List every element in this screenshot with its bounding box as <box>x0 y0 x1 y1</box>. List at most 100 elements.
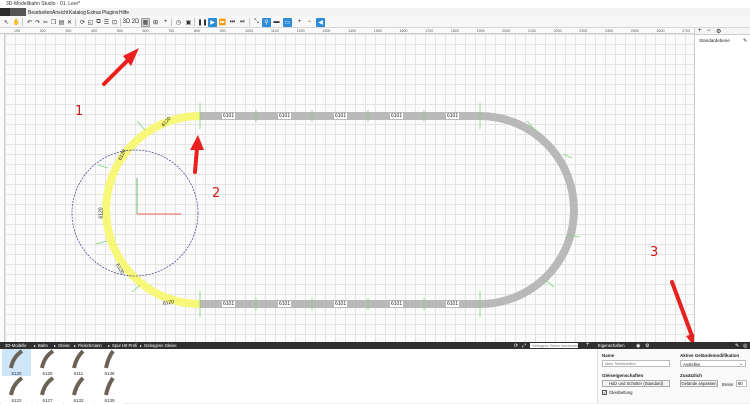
add-layer-icon[interactable]: + <box>698 28 702 34</box>
catalog-tile[interactable]: 6122 <box>2 376 31 404</box>
delete-icon[interactable]: ✕ <box>65 18 74 27</box>
name-label: Name <box>602 353 615 358</box>
layout-canvas[interactable]: 6101 6101 6101 6101 6101 6101 6101 6101 … <box>5 34 694 342</box>
skip-icon[interactable]: ⏯ <box>238 18 247 27</box>
remove-layer-icon[interactable]: − <box>707 28 711 34</box>
track-label[interactable]: 6101 <box>446 301 460 307</box>
track-label[interactable]: 6101 <box>390 113 404 119</box>
breadcrumb-item[interactable]: Spur H0 Profi <box>112 343 137 348</box>
view-3d-button[interactable]: 3D <box>122 18 131 27</box>
extra-label: Zusätzlich <box>680 373 703 378</box>
properties-tab[interactable]: Eigenschaften <box>598 343 625 348</box>
track-label[interactable]: 6120 <box>99 207 105 218</box>
annotation-1: 1 <box>75 104 84 119</box>
refresh-icon[interactable]: ⟳ <box>514 343 518 349</box>
menu-ansicht[interactable]: Ansicht <box>52 10 68 16</box>
window-title: 3D-Modellbahn Studio - 01. Leer* <box>6 1 81 7</box>
clock-icon[interactable]: ◷ <box>174 18 183 27</box>
zoom-out-icon[interactable]: − <box>305 18 314 27</box>
terrain-icon[interactable]: ▭ <box>283 17 292 27</box>
ruler-tick: 1400 <box>348 28 357 33</box>
catalog-search-input[interactable] <box>530 343 578 348</box>
track-label[interactable]: 6101 <box>446 113 460 119</box>
ruler-tick: 600 <box>142 28 149 33</box>
ruler-tick: 2500 <box>630 28 639 33</box>
grid-icon[interactable]: ▦ <box>141 17 150 27</box>
settings-icon[interactable]: ⚙ <box>716 28 721 35</box>
ruler-tick: 2100 <box>528 28 536 33</box>
add-icon[interactable]: + <box>161 18 170 27</box>
app-menu-button[interactable] <box>0 8 10 16</box>
ruler-tick: 200 <box>39 28 46 33</box>
toolbar: ↖ ✋ ↶ ↷ ✂ ❐ ▤ ✕ ⟳ ◱ ⧉ ☰ ⊡ 3D 2D ▦ ⊞ + ◷ … <box>0 16 750 28</box>
ballast-checkbox[interactable]: ✓ <box>602 390 607 395</box>
track-label[interactable]: 6101 <box>390 301 404 307</box>
track-label[interactable]: 6101 <box>334 301 348 307</box>
track-label[interactable]: 6101 <box>334 113 348 119</box>
measure-icon[interactable]: ⤡ <box>252 18 261 27</box>
ballast-label: Gleisbettung <box>609 390 633 395</box>
properties-panel: Name Gleiseigenschaften Holz und Schotte… <box>597 349 750 403</box>
annotation-2: 2 <box>212 186 221 201</box>
ruler-tick: 2400 <box>605 28 614 33</box>
cursor-icon[interactable]: ↖ <box>2 18 11 27</box>
play-icon[interactable]: ▶ <box>208 17 217 27</box>
catalog-tile[interactable]: 6120 <box>2 349 31 377</box>
ruler-tick: 1500 <box>373 28 382 33</box>
camera-icon[interactable]: ▬ <box>272 18 281 27</box>
menu-katalog[interactable]: Katalog <box>69 10 86 16</box>
active-mod-value: Anstellen <box>683 362 701 367</box>
edit-toggle-button[interactable] <box>10 8 26 16</box>
name-input[interactable] <box>602 360 670 367</box>
ruler-tick: 2700 <box>682 28 691 33</box>
ruler-tick: 2600 <box>656 28 665 33</box>
view-2d-button[interactable]: 2D <box>131 18 140 27</box>
breadcrumb-item[interactable]: Fleischmann <box>78 343 102 348</box>
person-icon[interactable]: ⚲ <box>262 17 271 27</box>
adjust-terrain-button[interactable]: Gelände anpassen <box>680 380 718 387</box>
layer-panel: + − ⚙ Standardebene ✎ <box>694 28 750 342</box>
catalog-tile[interactable]: 6138 <box>95 349 124 377</box>
lock-icon[interactable]: ⊡ <box>110 18 119 27</box>
faster-icon[interactable]: ⏭ <box>228 18 237 27</box>
sound-icon[interactable]: ◀ <box>316 17 325 27</box>
catalog-tile[interactable]: 6133 <box>64 376 93 404</box>
catalog-tile[interactable]: 6125 <box>33 349 62 377</box>
menu-hilfe[interactable]: Hilfe <box>119 10 129 16</box>
track-label[interactable]: 6101 <box>222 301 236 307</box>
pause-icon[interactable]: ❚❚ <box>197 18 207 27</box>
expand-icon[interactable]: ⤢ <box>522 343 526 349</box>
add-icon[interactable]: + <box>586 342 590 348</box>
menu-bar: Bearbeiten Ansicht Katalog Extras Plugin… <box>0 8 750 16</box>
edit-icon[interactable]: ✎ <box>743 38 747 44</box>
catalog-tile[interactable]: 6127 <box>33 376 62 404</box>
catalog-tile[interactable]: 6111 <box>64 349 93 377</box>
track-material-button[interactable]: Holz und Schotter (Standard) <box>602 380 670 387</box>
catalog-tile[interactable]: 6139 <box>95 376 124 404</box>
ruler-tick: 800 <box>193 28 200 33</box>
track-label[interactable]: 6101 <box>278 301 292 307</box>
ruler-tick: 100 <box>14 28 20 33</box>
track-label[interactable]: 6101 <box>278 113 292 119</box>
menu-bearbeiten[interactable]: Bearbeiten <box>28 10 52 16</box>
ruler-tick: 400 <box>91 28 98 33</box>
breadcrumb-item[interactable]: Bahn <box>38 343 48 348</box>
image-icon[interactable]: ▣ <box>184 18 193 27</box>
layer-item[interactable]: Standardebene <box>699 38 730 43</box>
zoom-in-icon[interactable]: + <box>295 18 304 27</box>
glue-label: Gleiseigenschaften <box>602 373 644 378</box>
track-label[interactable]: 6101 <box>222 113 236 119</box>
menu-plugins[interactable]: Plugins <box>102 10 118 16</box>
width-input[interactable] <box>736 380 747 387</box>
breadcrumb-item[interactable]: 3D-Modelle <box>5 343 26 348</box>
active-mod-select[interactable]: Anstellen ⌄ <box>680 360 746 367</box>
fast-forward-icon[interactable]: ⏩ <box>218 18 227 27</box>
menu-extras[interactable]: Extras <box>87 10 101 16</box>
ruler-tick: 2000 <box>502 28 511 33</box>
breadcrumb-item[interactable]: Gleise <box>58 343 70 348</box>
snap-icon[interactable]: ⊞ <box>151 18 160 27</box>
hand-icon[interactable]: ✋ <box>12 18 21 27</box>
ruler-tick: 1200 <box>296 28 305 33</box>
ruler-tick: 1900 <box>476 28 485 33</box>
breadcrumb-item[interactable]: Gebogene Gleise <box>144 343 177 348</box>
